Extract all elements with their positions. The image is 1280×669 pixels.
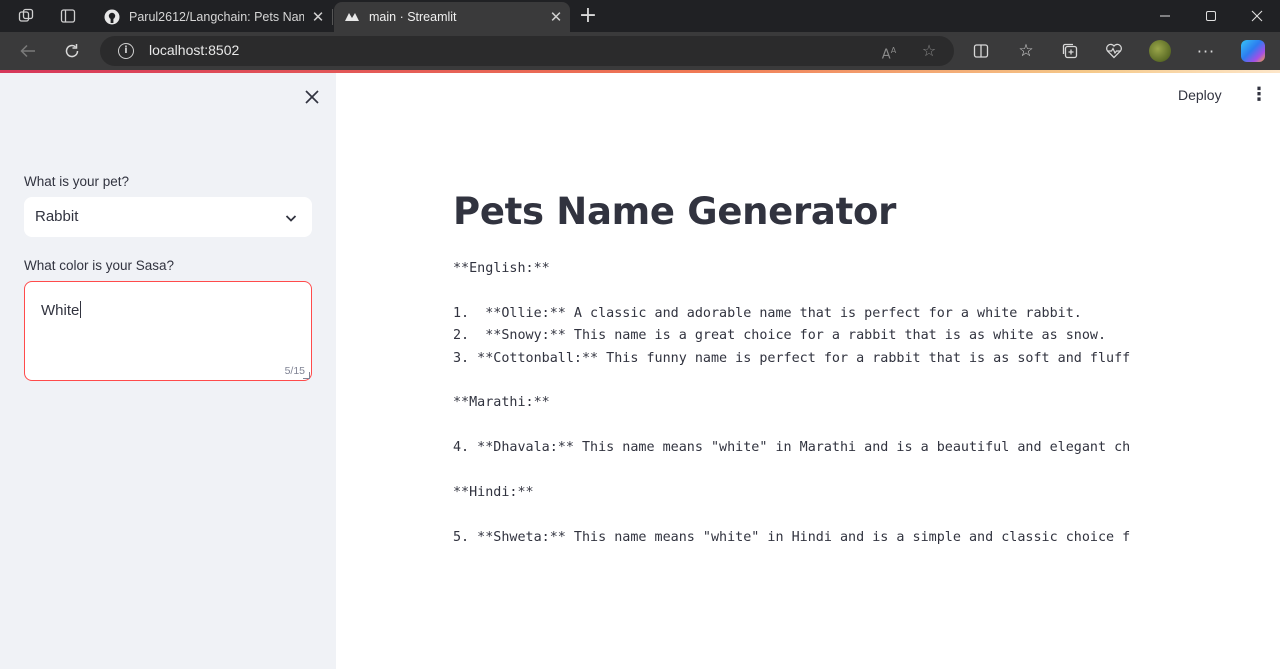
tab-title: main · Streamlit	[369, 10, 457, 24]
back-button[interactable]	[15, 39, 41, 63]
output-line: 2. **Snowy:** This name is a great choic…	[453, 328, 1107, 344]
close-window-button[interactable]	[1234, 0, 1280, 32]
site-info-icon[interactable]: i	[118, 43, 134, 59]
browser-toolbar: i localhost:8502 AA ☆ ☆ ···	[0, 32, 1280, 70]
url-text: localhost:8502	[149, 42, 240, 58]
browser-titlebar: Parul2612/Langchain: Pets Name ✕ main · …	[0, 0, 1280, 32]
color-textarea-value: White	[41, 301, 82, 319]
close-tab-icon[interactable]: ✕	[304, 8, 332, 26]
tab-github[interactable]: Parul2612/Langchain: Pets Name ✕	[94, 2, 332, 32]
output-line: 4. **Dhavala:** This name means "white" …	[453, 440, 1131, 456]
tab-divider	[332, 9, 333, 25]
split-screen-icon[interactable]	[970, 40, 992, 62]
tab-title: Parul2612/Langchain: Pets Name	[129, 10, 304, 24]
address-bar[interactable]: i localhost:8502 AA ☆	[100, 36, 954, 66]
minimize-button[interactable]	[1142, 0, 1188, 32]
output-line: **Marathi:**	[453, 395, 550, 411]
tab-actions-icon[interactable]	[58, 6, 78, 26]
output-line: 3. **Cottonball:** This funny name is pe…	[453, 350, 1131, 366]
profile-avatar[interactable]	[1149, 40, 1171, 62]
pet-select[interactable]: Rabbit	[24, 197, 312, 237]
output-line: 5. **Shweta:** This name means "white" i…	[453, 529, 1131, 545]
refresh-button[interactable]	[59, 39, 85, 63]
close-icon[interactable]	[302, 87, 322, 107]
output-line: **English:**	[453, 261, 550, 276]
kebab-menu-icon[interactable]: ⋮	[1250, 85, 1268, 105]
text-caret	[80, 301, 82, 318]
color-textarea[interactable]: White 5/15	[24, 281, 312, 381]
streamlit-icon	[344, 9, 360, 25]
resize-handle-icon[interactable]	[303, 372, 310, 379]
chevron-down-icon	[284, 210, 298, 224]
deploy-button[interactable]: Deploy	[1178, 87, 1222, 103]
favorite-star-icon[interactable]: ☆	[919, 41, 939, 61]
settings-more-icon[interactable]: ···	[1195, 40, 1217, 62]
pet-select-label: What is your pet?	[24, 174, 130, 189]
new-tab-button[interactable]: +	[576, 3, 600, 29]
read-aloud-icon[interactable]: AA	[879, 41, 899, 62]
workspaces-icon[interactable]	[16, 6, 36, 26]
character-counter: 5/15	[284, 365, 305, 377]
maximize-button[interactable]	[1188, 0, 1234, 32]
favorites-icon[interactable]: ☆	[1015, 40, 1037, 62]
output-line: 1. **Ollie:** A classic and adorable nam…	[453, 305, 1082, 321]
main-content: Deploy ⋮ Pets Name Generator **English:*…	[336, 73, 1280, 669]
output-line: **Hindi:**	[453, 484, 534, 500]
tab-streamlit[interactable]: main · Streamlit ✕	[334, 2, 570, 32]
sidebar: What is your pet? Rabbit What color is y…	[0, 73, 336, 669]
generated-names-output: **English:** 1. **Ollie:** A classic and…	[453, 258, 1159, 549]
color-input-label: What color is your Sasa?	[24, 258, 175, 273]
pet-select-value: Rabbit	[35, 208, 79, 225]
browser-essentials-icon[interactable]	[1103, 40, 1125, 62]
collections-icon[interactable]	[1059, 40, 1081, 62]
page-title: Pets Name Generator	[453, 190, 897, 233]
close-tab-icon[interactable]: ✕	[542, 8, 570, 26]
copilot-icon[interactable]	[1241, 40, 1265, 62]
github-icon	[104, 9, 120, 25]
